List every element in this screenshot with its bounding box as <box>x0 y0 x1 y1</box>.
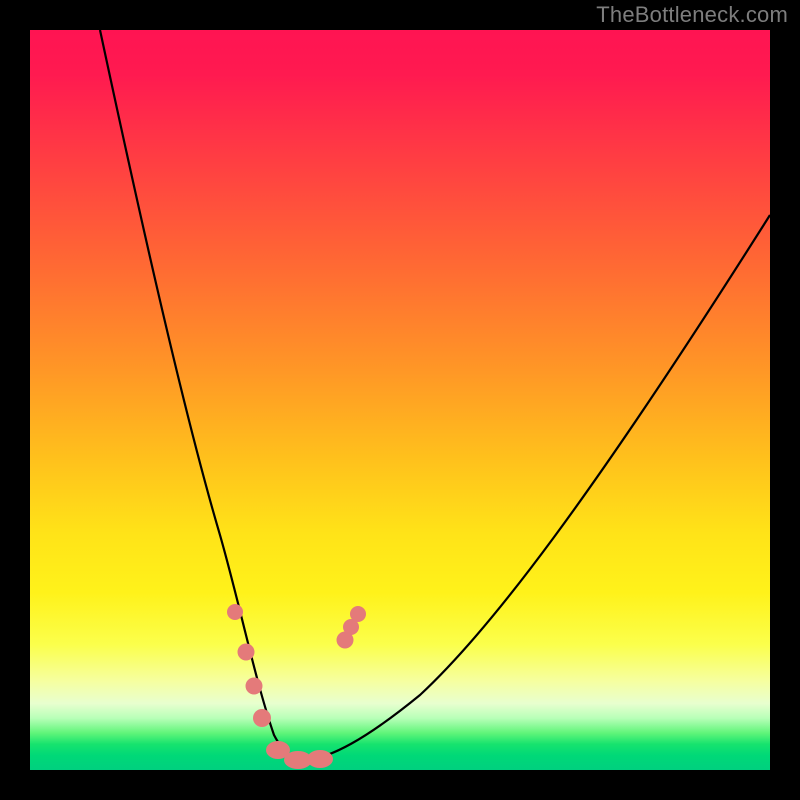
marker-dot <box>307 750 333 768</box>
marker-dot <box>246 678 263 695</box>
chart-svg <box>30 30 770 770</box>
marker-dot <box>227 604 243 620</box>
plot-area <box>30 30 770 770</box>
marker-dot <box>238 644 255 661</box>
marker-dot <box>253 709 271 727</box>
marker-group <box>227 604 366 769</box>
main-curve <box>100 30 770 760</box>
chart-frame: TheBottleneck.com <box>0 0 800 800</box>
watermark-text: TheBottleneck.com <box>596 2 788 28</box>
marker-dot <box>350 606 366 622</box>
